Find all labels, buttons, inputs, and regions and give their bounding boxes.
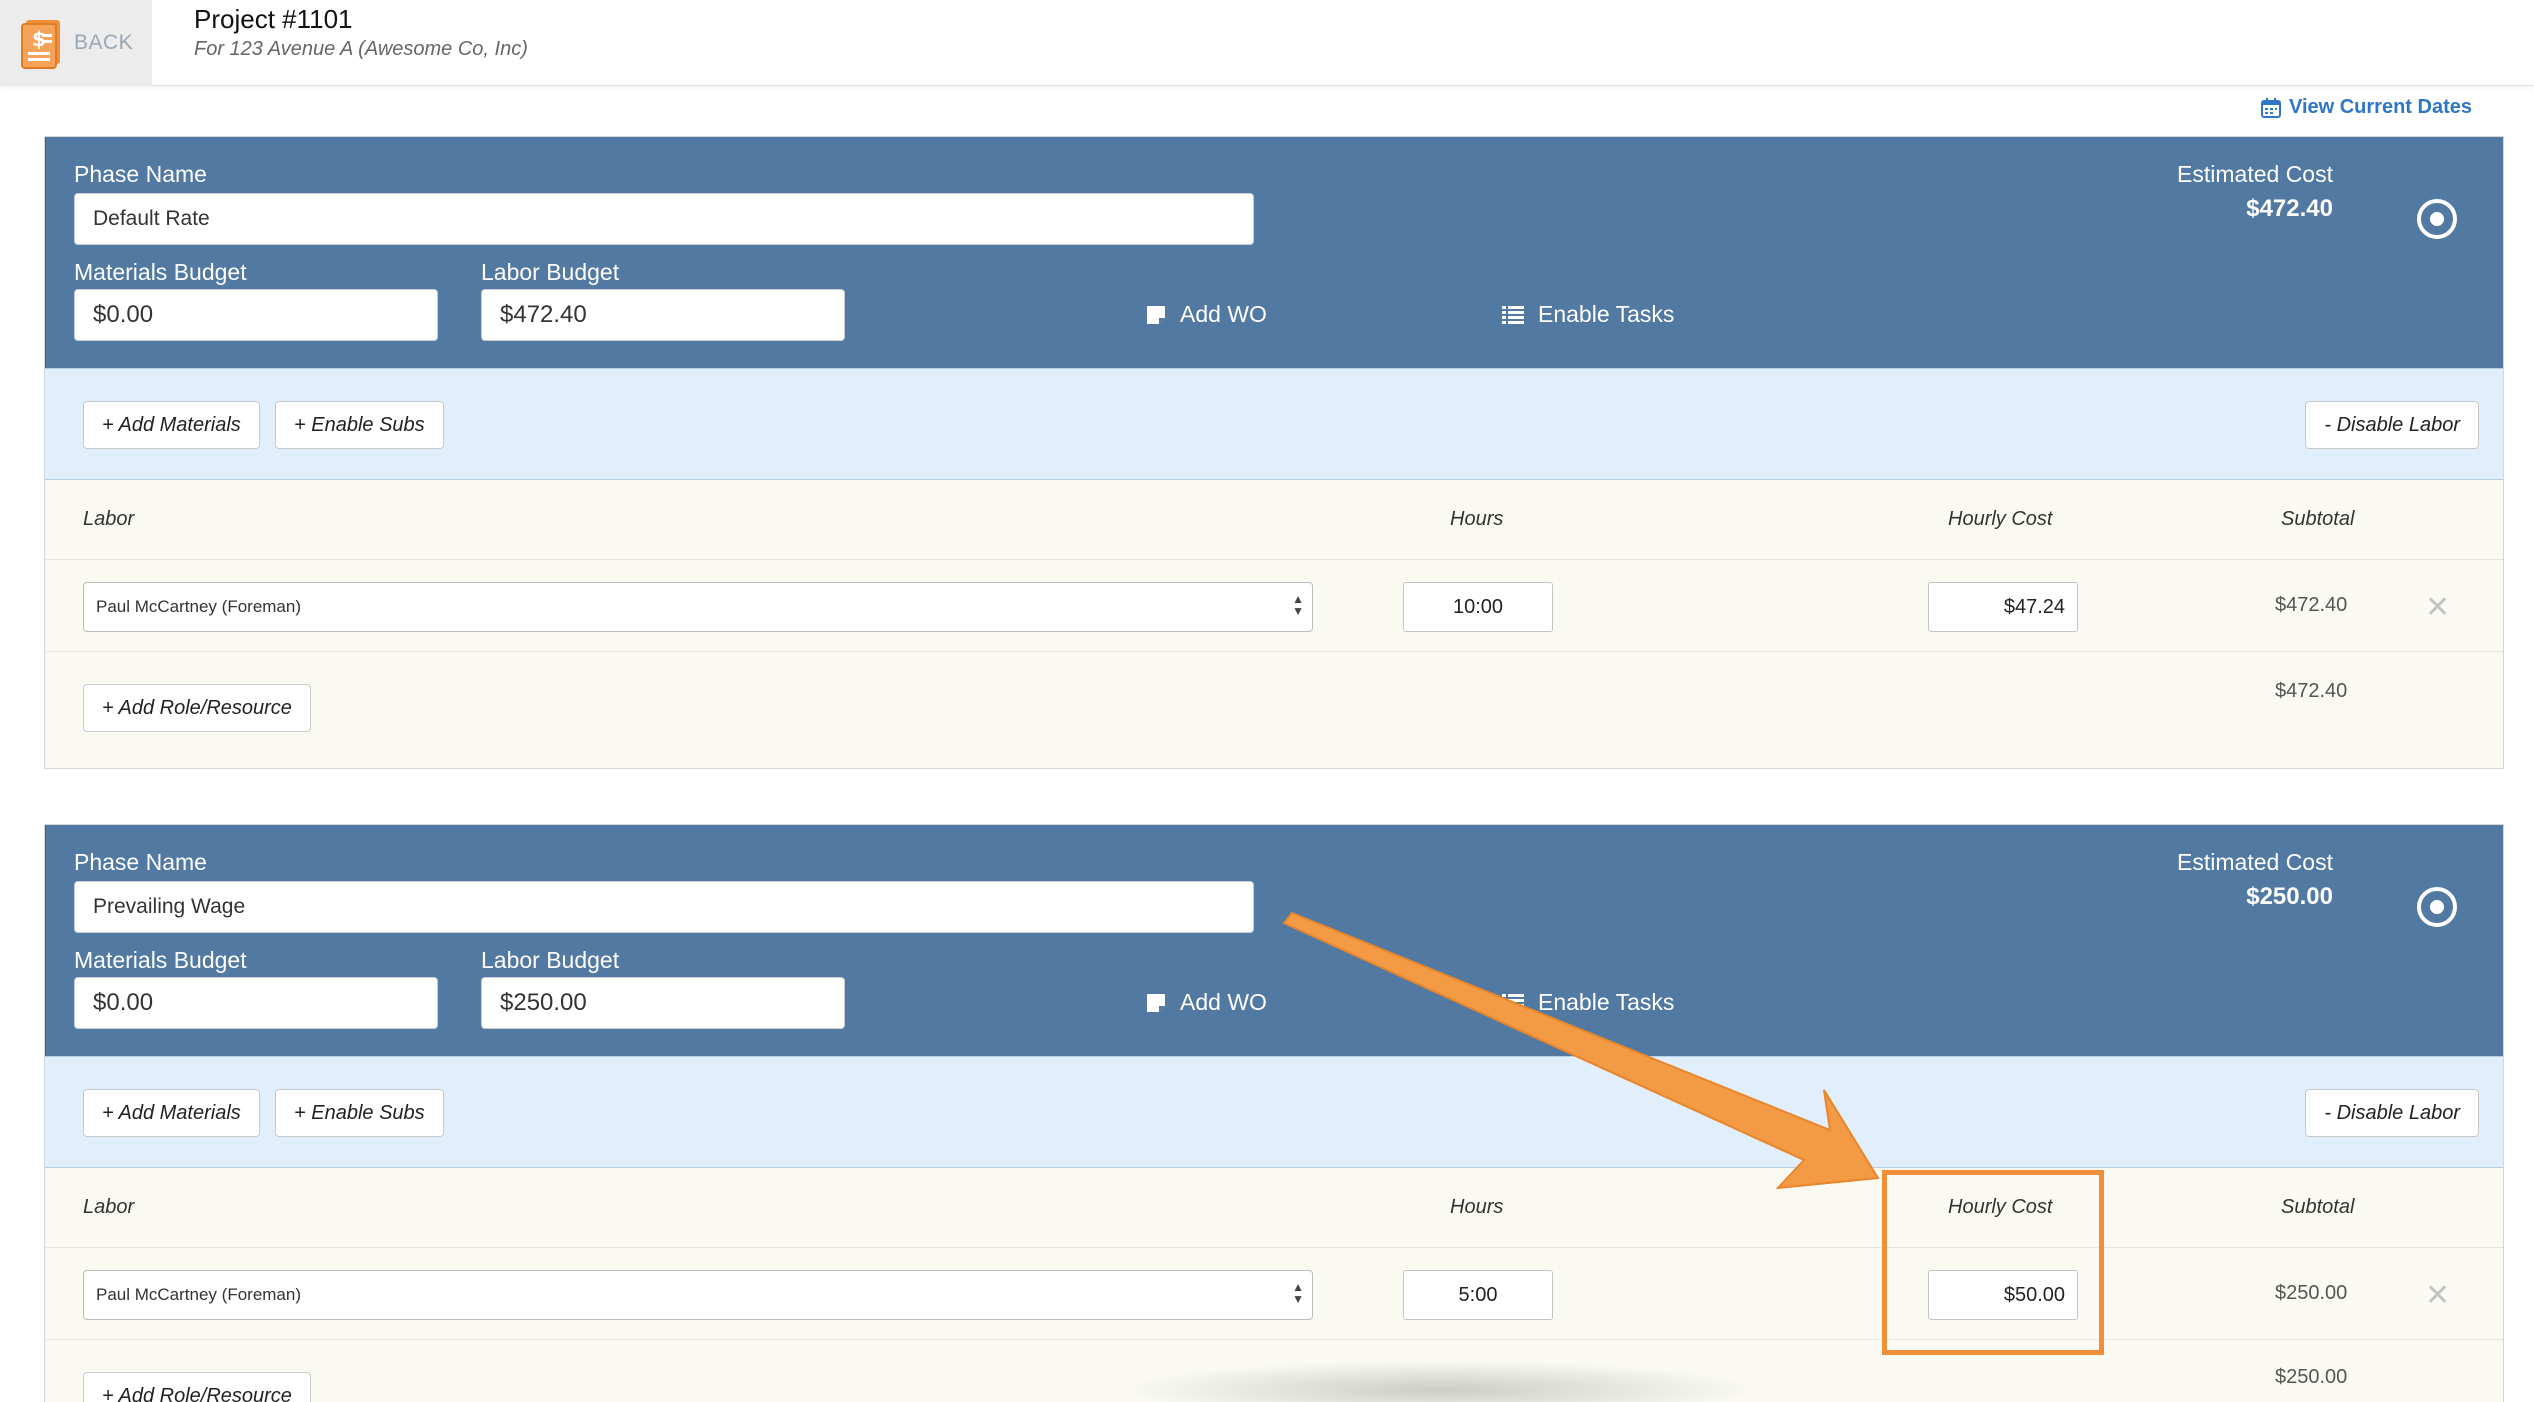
annotation-highlight-box	[1882, 1170, 2104, 1355]
estimated-cost-value: $250.00	[2246, 883, 2333, 910]
col-labor: Labor	[83, 508, 135, 530]
phase-name-input[interactable]: Default Rate	[74, 193, 1254, 245]
materials-budget-input[interactable]: $0.00	[74, 289, 438, 341]
phase-toolbar: + Add Materials + Enable Subs - Disable …	[45, 368, 2503, 480]
add-wo-label: Add WO	[1180, 989, 1267, 1015]
close-icon[interactable]: ✕	[2425, 590, 2450, 625]
list-icon	[1502, 305, 1524, 324]
page-title: Project #1101	[194, 4, 353, 34]
phase-name-label: Phase Name	[74, 161, 207, 187]
target-icon[interactable]	[2415, 885, 2459, 929]
table-row: Paul McCartney (Foreman) ▲ ▼ 10:00 $47.24…	[45, 560, 2503, 652]
labor-resource-select[interactable]: Paul McCartney (Foreman) ▲ ▼	[83, 1270, 1313, 1320]
disable-labor-button[interactable]: - Disable Labor	[2305, 401, 2479, 449]
add-role-resource-button[interactable]: + Add Role/Resource	[83, 1372, 311, 1402]
add-materials-button[interactable]: + Add Materials	[83, 401, 260, 449]
phase-name-label: Phase Name	[74, 849, 207, 875]
add-role-resource-button[interactable]: + Add Role/Resource	[83, 684, 311, 732]
enable-tasks-button[interactable]: Enable Tasks	[1502, 989, 1674, 1016]
add-role-row: + Add Role/Resource $472.40	[45, 652, 2503, 768]
labor-table-header: Labor Hours Hourly Cost Subtotal	[45, 1168, 2503, 1248]
estimated-cost-label: Estimated Cost	[2177, 849, 2333, 875]
hours-input[interactable]: 10:00	[1403, 582, 1553, 632]
hours-input[interactable]: 5:00	[1403, 1270, 1553, 1320]
labor-resource-select[interactable]: Paul McCartney (Foreman) ▲ ▼	[83, 582, 1313, 632]
view-current-dates-link[interactable]: View Current Dates	[2260, 96, 2472, 119]
add-materials-button[interactable]: + Add Materials	[83, 1089, 260, 1137]
list-icon	[1502, 993, 1524, 1012]
top-bar: $ BACK Project #1101 For 123 Avenue A (A…	[0, 0, 2534, 86]
materials-budget-label: Materials Budget	[74, 947, 247, 973]
estimated-cost-label: Estimated Cost	[2177, 161, 2333, 187]
phase-total: $472.40	[2275, 680, 2348, 702]
labor-table-header: Labor Hours Hourly Cost Subtotal	[45, 480, 2503, 560]
select-arrows-icon: ▲ ▼	[1292, 1280, 1304, 1306]
materials-budget-input[interactable]: $0.00	[74, 977, 438, 1029]
col-labor: Labor	[83, 1196, 135, 1218]
invoice-dollar-icon: $	[21, 20, 60, 69]
labor-resource-value: Paul McCartney (Foreman)	[96, 1285, 302, 1304]
phase-total: $250.00	[2275, 1366, 2348, 1388]
col-hours: Hours	[1450, 508, 1504, 530]
phase-header: Phase Name Default Rate Materials Budget…	[45, 137, 2503, 368]
labor-budget-label: Labor Budget	[481, 259, 620, 285]
back-label: BACK	[74, 31, 134, 54]
calendar-icon	[2260, 97, 2281, 118]
row-subtotal: $472.40	[2275, 594, 2348, 616]
col-hours: Hours	[1450, 1196, 1504, 1218]
hourly-cost-input[interactable]: $47.24	[1928, 582, 2078, 632]
col-hourly-cost: Hourly Cost	[1948, 508, 2053, 530]
view-current-dates-label: View Current Dates	[2288, 96, 2472, 118]
col-subtotal: Subtotal	[2281, 508, 2355, 530]
svg-text:$: $	[32, 27, 46, 51]
phase-toolbar: + Add Materials + Enable Subs - Disable …	[45, 1056, 2503, 1168]
back-button[interactable]: $ BACK	[0, 0, 152, 86]
add-wo-button[interactable]: Add WO	[1146, 301, 1267, 328]
table-row: Paul McCartney (Foreman) ▲ ▼ 5:00 $50.00 …	[45, 1248, 2503, 1340]
close-icon[interactable]: ✕	[2425, 1278, 2450, 1313]
materials-budget-label: Materials Budget	[74, 259, 247, 285]
add-wo-label: Add WO	[1180, 301, 1267, 327]
phase-name-input[interactable]: Prevailing Wage	[74, 881, 1254, 933]
note-icon	[1147, 993, 1165, 1012]
row-subtotal: $250.00	[2275, 1282, 2348, 1304]
estimated-cost-value: $472.40	[2246, 195, 2333, 222]
phase-card: Phase Name Default Rate Materials Budget…	[44, 136, 2504, 769]
select-arrows-icon: ▲ ▼	[1292, 592, 1304, 618]
labor-resource-value: Paul McCartney (Foreman)	[96, 597, 302, 616]
enable-tasks-button[interactable]: Enable Tasks	[1502, 301, 1674, 328]
target-icon[interactable]	[2415, 197, 2459, 241]
disable-labor-button[interactable]: - Disable Labor	[2305, 1089, 2479, 1137]
page-subtitle: For 123 Avenue A (Awesome Co, Inc)	[194, 38, 528, 60]
labor-budget-input[interactable]: $472.40	[481, 289, 845, 341]
labor-budget-label: Labor Budget	[481, 947, 620, 973]
phase-card: Phase Name Prevailing Wage Materials Bud…	[44, 824, 2504, 1402]
note-icon	[1147, 305, 1165, 324]
enable-subs-button[interactable]: + Enable Subs	[275, 1089, 444, 1137]
col-subtotal: Subtotal	[2281, 1196, 2355, 1218]
enable-tasks-label: Enable Tasks	[1538, 989, 1675, 1015]
enable-subs-button[interactable]: + Enable Subs	[275, 401, 444, 449]
labor-budget-input[interactable]: $250.00	[481, 977, 845, 1029]
enable-tasks-label: Enable Tasks	[1538, 301, 1675, 327]
phase-header: Phase Name Prevailing Wage Materials Bud…	[45, 825, 2503, 1056]
add-wo-button[interactable]: Add WO	[1146, 989, 1267, 1016]
